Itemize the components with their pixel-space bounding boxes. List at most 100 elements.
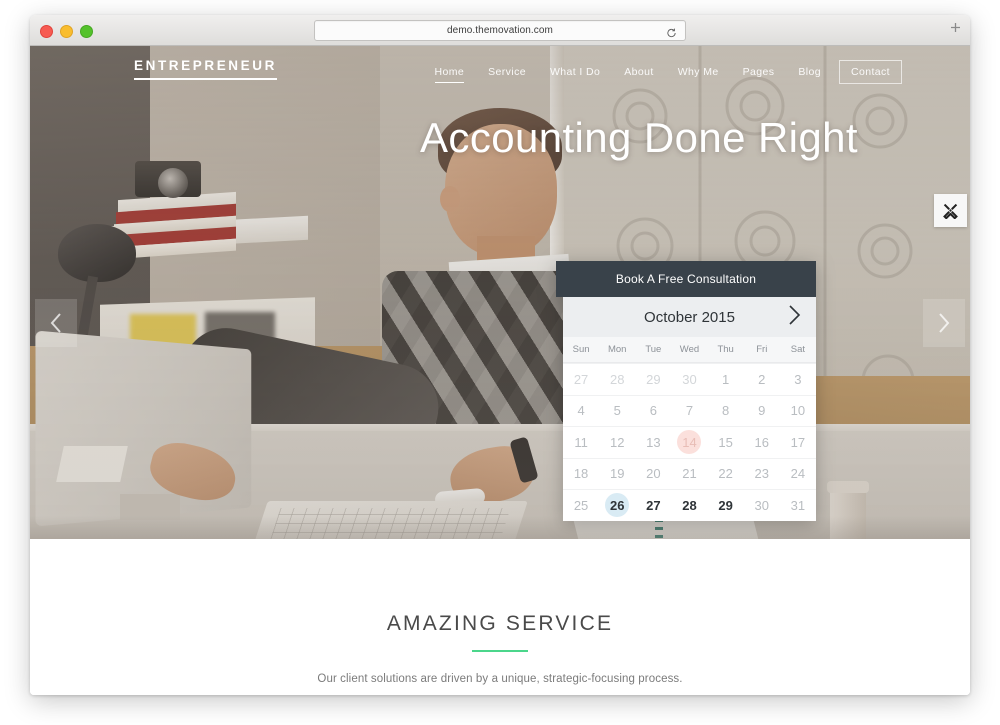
calendar-day-cell[interactable]: 27 xyxy=(635,489,672,521)
calendar-day-cell[interactable]: 5 xyxy=(599,394,636,427)
section-subtitle: Our client solutions are driven by a uni… xyxy=(317,673,683,685)
calendar-day-number: 30 xyxy=(754,497,769,513)
nav-item-blog[interactable]: Blog xyxy=(786,60,833,84)
weekday-sat: Sat xyxy=(790,344,806,355)
calendar-day-cell[interactable]: 26 xyxy=(599,489,636,521)
calendar-day-cell[interactable]: 25 xyxy=(563,489,600,521)
calendar-day-cell[interactable]: 29 xyxy=(635,363,672,395)
calendar-day-number: 31 xyxy=(790,497,806,513)
calendar-day-cell[interactable]: 11 xyxy=(563,426,600,458)
weekday-fri: Fri xyxy=(756,344,768,355)
calendar-day-number: 27 xyxy=(646,497,661,513)
calendar-day-cell[interactable]: 16 xyxy=(743,426,780,458)
calendar-day-number: 23 xyxy=(754,466,769,482)
calendar-day-cell[interactable]: 2 xyxy=(743,363,780,395)
weekday-wed: Wed xyxy=(679,344,700,355)
calendar-day-cell[interactable]: 28 xyxy=(599,363,636,395)
nav-item-service[interactable]: Service xyxy=(476,60,538,84)
calendar-day-cell[interactable]: 3 xyxy=(779,363,816,395)
calendar-day-cell[interactable]: 6 xyxy=(635,394,672,427)
calendar-day-cell[interactable]: 17 xyxy=(779,426,816,458)
calendar-day-number: 29 xyxy=(646,371,661,387)
weekday-sun: Sun xyxy=(572,344,590,355)
calendar-day-cell[interactable]: 27 xyxy=(563,363,600,395)
weekday-tue: Tue xyxy=(645,344,662,355)
calendar-day-number: 11 xyxy=(574,434,588,450)
calendar-day-cell[interactable]: 20 xyxy=(635,457,672,490)
nav-item-about[interactable]: About xyxy=(612,60,665,84)
calendar-day-number: 19 xyxy=(609,466,625,482)
maximize-button[interactable] xyxy=(80,25,93,38)
nav-item-what-i-do[interactable]: What I Do xyxy=(538,60,612,84)
minimize-button[interactable] xyxy=(60,25,73,38)
calendar-day-number: 6 xyxy=(649,403,657,419)
calendar-next-month-button[interactable] xyxy=(787,304,802,330)
calendar-day-number: 18 xyxy=(573,466,589,482)
calendar-day-cell[interactable]: 1 xyxy=(707,363,744,395)
calendar-day-number: 26 xyxy=(605,493,630,518)
calendar-day-number: 21 xyxy=(682,466,697,482)
calendar-day-number: 9 xyxy=(758,403,766,419)
calendar-day-cell[interactable]: 28 xyxy=(671,489,708,521)
url-text: demo.themovation.com xyxy=(447,25,553,36)
calendar-day-number: 8 xyxy=(722,403,730,419)
site-header: ENTREPRENEUR Home Service What I Do Abou… xyxy=(30,46,970,92)
calendar-day-cell[interactable]: 12 xyxy=(599,426,636,458)
calendar-day-cell[interactable]: 18 xyxy=(563,457,600,490)
calendar-day-number: 28 xyxy=(682,497,697,513)
amazing-service-section: AMAZING SERVICE Our client solutions are… xyxy=(30,539,970,695)
calendar-day-number: 20 xyxy=(646,466,661,482)
calendar-day-cell[interactable]: 19 xyxy=(599,457,636,490)
calendar-day-cell[interactable]: 7 xyxy=(671,394,708,427)
section-divider xyxy=(472,650,528,652)
calendar-day-cell[interactable]: 4 xyxy=(563,394,600,427)
calendar-day-number: 16 xyxy=(754,434,769,450)
nav-item-pages[interactable]: Pages xyxy=(731,60,787,84)
calendar-day-number: 14 xyxy=(677,430,702,455)
chevron-right-icon xyxy=(939,313,950,333)
calendar-day-cell[interactable]: 31 xyxy=(779,489,816,521)
consultation-calendar: Book A Free Consultation October 2015 Su… xyxy=(556,261,816,521)
calendar-day-number: 27 xyxy=(573,371,589,387)
hero-slider: ENTREPRENEUR Home Service What I Do Abou… xyxy=(30,46,970,539)
calendar-title: Book A Free Consultation xyxy=(615,272,757,286)
calendar-day-cell[interactable]: 14 xyxy=(671,426,708,458)
calendar-day-cell[interactable]: 24 xyxy=(779,457,816,490)
calendar-day-cell[interactable]: 13 xyxy=(635,426,672,458)
nav-item-contact[interactable]: Contact xyxy=(839,60,902,84)
calendar-day-cell[interactable]: 30 xyxy=(671,363,708,395)
slider-next-button[interactable] xyxy=(923,299,965,347)
section-title: AMAZING SERVICE xyxy=(386,612,614,635)
calendar-day-cell[interactable]: 23 xyxy=(743,457,780,490)
calendar-day-number: 15 xyxy=(718,434,733,450)
calendar-day-number: 24 xyxy=(790,466,806,482)
calendar-day-cell[interactable]: 29 xyxy=(707,489,744,521)
calendar-day-cell[interactable]: 10 xyxy=(779,394,816,427)
new-tab-button[interactable] xyxy=(946,21,964,39)
nav-item-why-me[interactable]: Why Me xyxy=(666,60,731,84)
calendar-day-cell[interactable]: 8 xyxy=(707,394,744,427)
reload-icon[interactable] xyxy=(666,25,677,37)
theme-options-button[interactable] xyxy=(934,194,967,227)
calendar-weekday-row: Sun Mon Tue Wed Thu Fri Sat xyxy=(563,337,816,363)
slider-prev-button[interactable] xyxy=(35,299,77,347)
address-bar[interactable]: demo.themovation.com xyxy=(314,20,686,41)
calendar-day-grid: 27 28 29 30 1 2 3 4 5 6 7 8 9 10 11 12 13 14 15 16 17 18 19 20 2… xyxy=(563,363,816,521)
calendar-day-cell[interactable]: 15 xyxy=(707,426,744,458)
weekday-thu: Thu xyxy=(717,344,734,355)
site-logo[interactable]: ENTREPRENEUR xyxy=(134,58,277,80)
calendar-day-number: 29 xyxy=(718,497,733,513)
calendar-day-number: 22 xyxy=(718,466,733,482)
calendar-day-cell[interactable]: 21 xyxy=(671,457,708,490)
calendar-day-cell[interactable]: 22 xyxy=(707,457,744,490)
weekday-mon: Mon xyxy=(607,344,627,355)
calendar-month-label: October 2015 xyxy=(644,308,735,326)
calendar-day-number: 12 xyxy=(609,434,625,450)
calendar-day-number: 25 xyxy=(573,497,589,513)
calendar-day-number: 2 xyxy=(758,371,766,387)
nav-item-home[interactable]: Home xyxy=(423,60,477,84)
calendar-day-cell[interactable]: 9 xyxy=(743,394,780,427)
calendar-day-number: 28 xyxy=(609,371,625,387)
close-button[interactable] xyxy=(40,25,53,38)
calendar-day-cell[interactable]: 30 xyxy=(743,489,780,521)
